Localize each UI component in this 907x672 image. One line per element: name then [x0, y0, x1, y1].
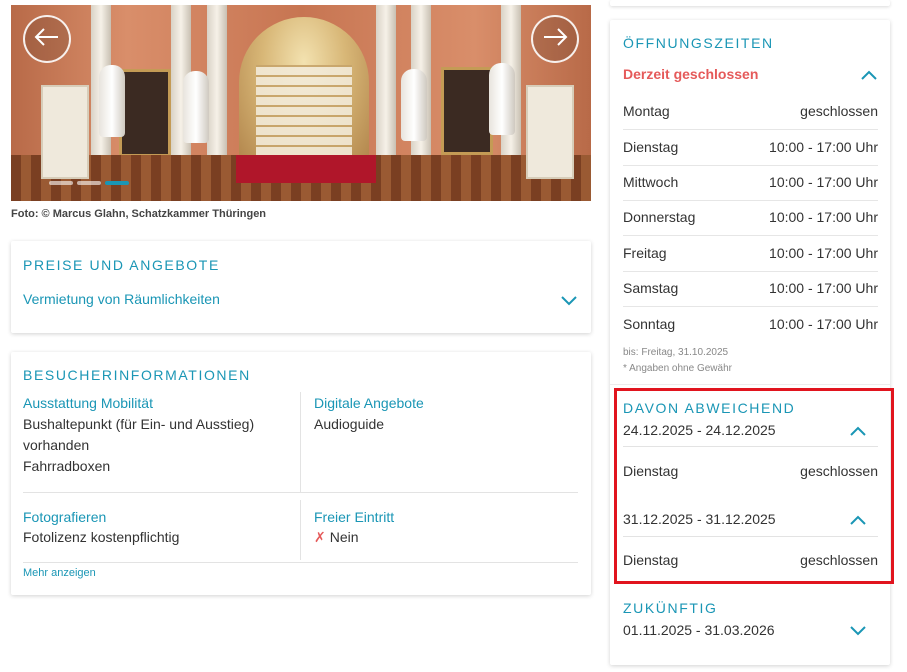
valid-until-note: bis: Freitag, 31.10.2025 [623, 347, 729, 358]
prices-item-link[interactable]: Vermietung von Räumlichkeiten [23, 291, 220, 307]
day-label: Sonntag [623, 316, 676, 332]
prices-title: PREISE UND ANGEBOTE [23, 257, 220, 273]
time-value: geschlossen [800, 103, 878, 119]
hours-row: Montag geschlossen [623, 94, 878, 130]
day-label: Donnerstag [623, 209, 696, 225]
gallery-image-door [526, 85, 574, 179]
deviating-row: Dienstag geschlossen [623, 543, 878, 578]
deviating-title: DAVON ABWEICHEND [623, 400, 796, 416]
gallery-next-button[interactable] [531, 15, 579, 63]
day-label: Dienstag [623, 552, 679, 568]
hours-row: Samstag 10:00 - 17:00 Uhr [623, 271, 878, 307]
info-divider [23, 562, 578, 563]
time-value: 10:00 - 17:00 Uhr [769, 209, 878, 225]
mobility-line: Bushaltepunkt (für Ein- und Ausstieg) [23, 416, 255, 432]
photo-gallery [11, 5, 591, 201]
chevron-down-icon[interactable] [561, 296, 577, 306]
future-range: 01.11.2025 - 31.03.2026 [623, 622, 775, 638]
gallery-image-column [376, 5, 396, 175]
info-divider [300, 500, 301, 560]
disclaimer-note: * Angaben ohne Gewähr [623, 363, 732, 374]
chevron-down-icon[interactable] [850, 626, 866, 636]
free-entry-label: Freier Eintritt [314, 509, 395, 525]
chevron-up-icon[interactable] [850, 515, 866, 525]
gallery-image-table [236, 155, 376, 183]
gallery-pagination [49, 181, 129, 185]
arrow-left-icon [34, 27, 60, 52]
hours-row: Mittwoch 10:00 - 17:00 Uhr [623, 165, 878, 201]
gallery-image-painting [441, 67, 493, 155]
mobility-line: vorhanden [23, 437, 90, 453]
gallery-image-statue [401, 69, 427, 141]
prices-card [11, 241, 591, 333]
photo-value: Fotolizenz kostenpflichtig [23, 529, 180, 545]
day-label: Freitag [623, 245, 667, 261]
time-value: geschlossen [800, 463, 878, 479]
hours-row: Donnerstag 10:00 - 17:00 Uhr [623, 200, 878, 236]
deviating-divider [623, 536, 878, 537]
time-value: 10:00 - 17:00 Uhr [769, 316, 878, 332]
chevron-up-icon[interactable] [850, 426, 866, 436]
hours-row: Dienstag 10:00 - 17:00 Uhr [623, 130, 878, 166]
time-value: 10:00 - 17:00 Uhr [769, 245, 878, 261]
arrow-right-icon [542, 27, 568, 52]
gallery-image-painting [119, 69, 171, 157]
info-divider [23, 492, 578, 493]
day-label: Montag [623, 103, 670, 119]
gallery-image-statue [99, 65, 125, 137]
digital-label: Digitale Angebote [314, 395, 424, 411]
gallery-image-statue [489, 63, 515, 135]
mobility-line: Fahrradboxen [23, 458, 111, 474]
time-value: 10:00 - 17:00 Uhr [769, 139, 878, 155]
day-label: Dienstag [623, 463, 679, 479]
hours-row: Freitag 10:00 - 17:00 Uhr [623, 236, 878, 272]
gallery-image-statue [183, 71, 209, 143]
deviating-range: 24.12.2025 - 24.12.2025 [623, 422, 776, 438]
day-label: Mittwoch [623, 174, 679, 190]
opening-hours-title: ÖFFNUNGSZEITEN [623, 35, 774, 51]
photo-credit: Foto: © Marcus Glahn, Schatzkammer Thüri… [11, 208, 267, 220]
gallery-image-door [41, 85, 89, 179]
free-entry-value: ✗ Nein [314, 527, 359, 548]
gallery-dot[interactable] [49, 181, 73, 185]
hours-divider [610, 384, 890, 385]
gallery-image-column [207, 5, 227, 175]
chevron-up-icon[interactable] [861, 70, 877, 80]
status-badge: Derzeit geschlossen [623, 66, 759, 82]
info-divider [300, 392, 301, 492]
gallery-dot-active[interactable] [105, 181, 129, 185]
day-label: Samstag [623, 280, 679, 296]
gallery-prev-button[interactable] [23, 15, 71, 63]
hours-row: Sonntag 10:00 - 17:00 Uhr [623, 307, 878, 342]
free-entry-text: Nein [329, 529, 359, 545]
show-more-link[interactable]: Mehr anzeigen [23, 567, 96, 579]
cross-icon: ✗ [314, 529, 326, 545]
visitor-info-title: BESUCHERINFORMATIONEN [23, 367, 251, 383]
gallery-dot[interactable] [77, 181, 101, 185]
time-value: geschlossen [800, 552, 878, 568]
time-value: 10:00 - 17:00 Uhr [769, 174, 878, 190]
deviating-range: 31.12.2025 - 31.12.2025 [623, 511, 776, 527]
deviating-row: Dienstag geschlossen [623, 454, 878, 489]
photo-label: Fotografieren [23, 509, 107, 525]
gallery-image-shelf [256, 65, 352, 155]
mobility-label: Ausstattung Mobilität [23, 395, 153, 411]
future-title: ZUKÜNFTIG [623, 600, 718, 616]
deviating-divider [623, 446, 878, 447]
time-value: 10:00 - 17:00 Uhr [769, 280, 878, 296]
digital-value: Audioguide [314, 416, 385, 432]
top-card-edge [610, 0, 890, 6]
day-label: Dienstag [623, 139, 679, 155]
